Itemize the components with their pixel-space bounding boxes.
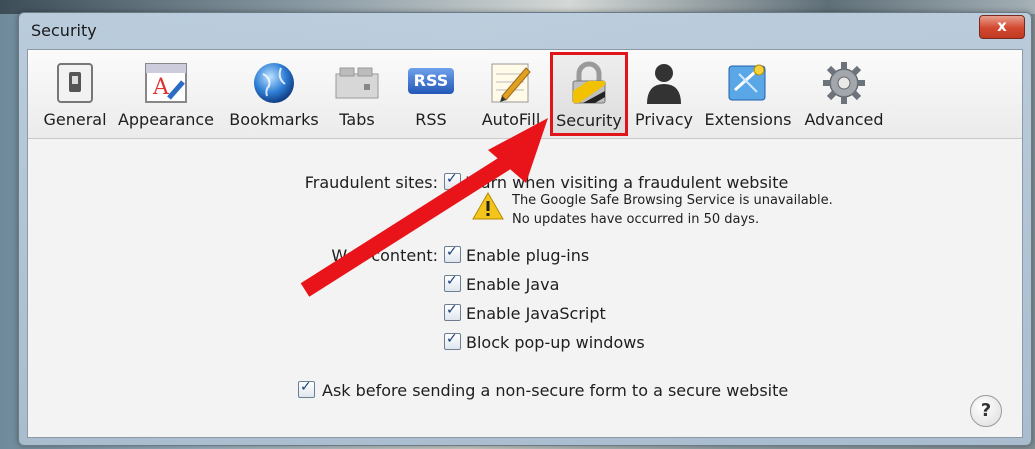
window-title: Security — [31, 21, 97, 40]
enable-java-checkbox[interactable] — [444, 273, 461, 292]
person-silhouette-icon — [641, 60, 687, 106]
gear-icon — [821, 60, 867, 106]
preferences-toolbar: General A Appearance Bookmarks Tabs RSS … — [28, 50, 1022, 139]
tabs-icon — [334, 60, 380, 106]
tab-security-label: Security — [556, 111, 622, 130]
tab-rss[interactable]: RSS RSS — [406, 54, 456, 134]
help-button[interactable]: ? — [970, 395, 1002, 427]
updates-warning: No updates have occurred in 50 days. — [512, 212, 760, 227]
close-button[interactable]: x — [979, 15, 1025, 39]
tab-general[interactable]: General — [36, 54, 114, 134]
preferences-pane: General A Appearance Bookmarks Tabs RSS … — [27, 49, 1023, 438]
tab-tabs[interactable]: Tabs — [332, 54, 382, 134]
globe-icon — [251, 60, 297, 106]
tab-extensions-label: Extensions — [704, 110, 792, 129]
tab-autofill-label: AutoFill — [481, 110, 541, 129]
enable-plugins-label: Enable plug-ins — [466, 246, 590, 265]
block-popups-label: Block pop-up windows — [466, 333, 645, 352]
tab-bookmarks-label: Bookmarks — [229, 110, 319, 129]
fraud-warning-text: Warn when visiting a fraudulent website — [466, 173, 789, 192]
fraud-warning-checkbox[interactable] — [444, 171, 461, 190]
ask-non-secure-form-checkbox[interactable] — [298, 379, 315, 398]
security-settings: Fraudulent sites: Warn when visiting a f… — [28, 139, 1022, 437]
tab-appearance-label: Appearance — [117, 110, 215, 129]
tab-bookmarks[interactable]: Bookmarks — [224, 54, 324, 134]
tab-advanced-label: Advanced — [804, 110, 884, 129]
appearance-icon: A — [143, 60, 189, 106]
padlock-icon — [566, 61, 612, 107]
ask-non-secure-form-label: Ask before sending a non-secure form to … — [322, 381, 789, 400]
enable-java-label: Enable Java — [466, 275, 560, 294]
preferences-window: Security x General A Appearance Bookmark… — [18, 12, 1032, 446]
tab-autofill[interactable]: AutoFill — [476, 54, 546, 134]
fraudulent-sites-label: Fraudulent sites: — [304, 173, 438, 192]
tab-security[interactable]: Security — [550, 52, 628, 136]
enable-javascript-label: Enable JavaScript — [466, 304, 606, 323]
tab-rss-label: RSS — [415, 110, 447, 129]
enable-javascript-checkbox[interactable] — [444, 302, 461, 321]
block-popups-checkbox[interactable] — [444, 331, 461, 350]
autofill-pencil-icon — [488, 60, 534, 106]
tab-advanced[interactable]: Advanced — [800, 54, 888, 134]
warning-icon — [472, 191, 504, 221]
enable-plugins-checkbox[interactable] — [444, 244, 461, 263]
tab-privacy-label: Privacy — [635, 110, 693, 129]
safe-browsing-warning: The Google Safe Browsing Service is unav… — [512, 193, 833, 208]
tab-extensions[interactable]: Extensions — [704, 54, 792, 134]
tab-tabs-label: Tabs — [339, 110, 375, 129]
tab-general-label: General — [43, 110, 107, 129]
web-content-label: Web content: — [331, 246, 438, 265]
tab-privacy[interactable]: Privacy — [632, 54, 696, 134]
title-bar: Security x — [19, 13, 1031, 49]
general-switch-icon — [52, 60, 98, 106]
puzzle-icon — [725, 60, 771, 106]
rss-icon: RSS — [408, 60, 454, 106]
tab-appearance[interactable]: A Appearance — [116, 54, 216, 134]
